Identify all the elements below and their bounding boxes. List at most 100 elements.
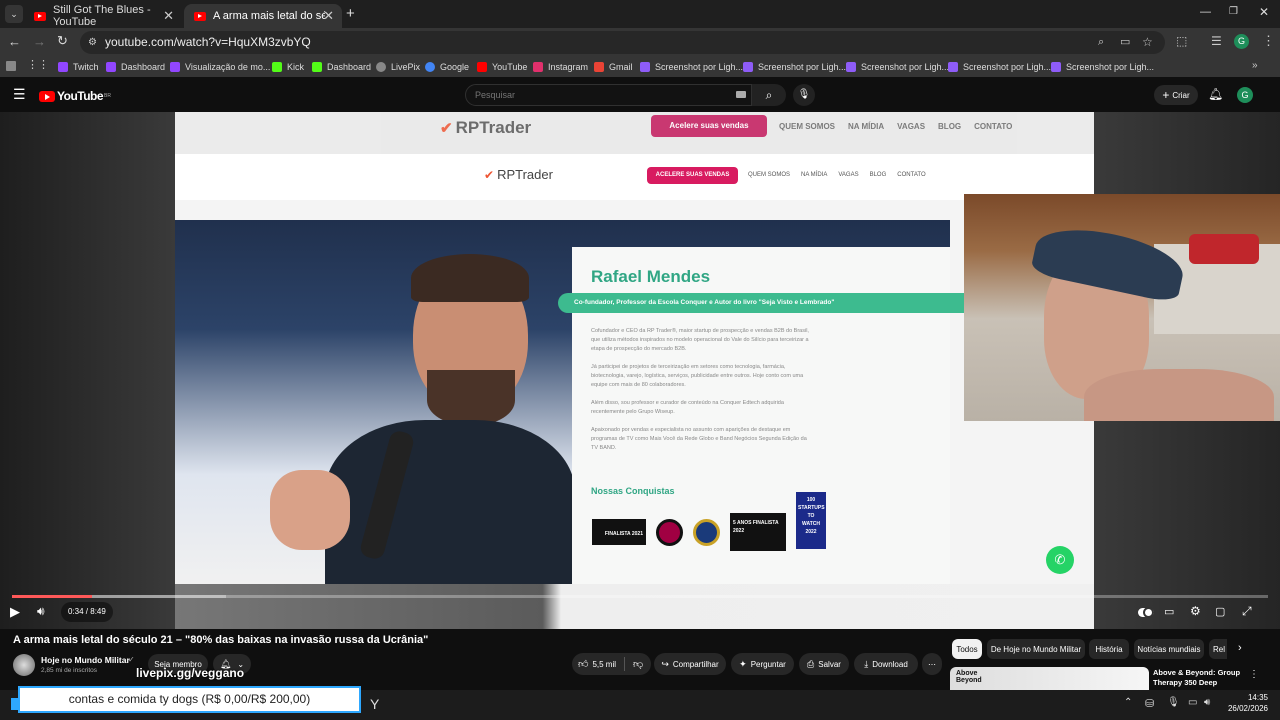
reading-list-icon[interactable]: ☰ [1211, 34, 1222, 48]
bookmark-item[interactable]: Google [425, 60, 469, 74]
bookmark-item[interactable]: Visualização de mo... [170, 60, 270, 74]
channel-avatar[interactable] [13, 654, 35, 676]
youtube-favicon-icon [34, 11, 46, 21]
bookmark-item[interactable]: Screenshot por Ligh... [640, 60, 743, 74]
plus-icon: + [1162, 88, 1170, 102]
address-bar[interactable]: ⚙ youtube.com/watch?v=HquXM3zvbYQ ⌕ ▭ ☆ [80, 31, 1165, 54]
tray-overflow-icon[interactable]: ⌃ [1124, 697, 1132, 708]
chip-world-news[interactable]: Notícias mundiais [1134, 639, 1204, 659]
back-icon[interactable]: ← [8, 34, 21, 49]
voice-search-button[interactable]: 🎙 [793, 84, 815, 106]
microphone-tray-icon[interactable]: 🎙 [1167, 697, 1180, 708]
thumbnail-text: Above Beyond [956, 670, 982, 684]
fullscreen-icon[interactable]: ⤢ [1242, 604, 1252, 619]
new-tab-button[interactable]: + [346, 5, 355, 22]
chip-all[interactable]: Todos [952, 639, 982, 659]
bookmark-item[interactable]: LivePix [376, 60, 420, 74]
download-button[interactable]: ⤓ Download [854, 653, 918, 675]
livepix-tray-icon[interactable]: Y [370, 696, 379, 712]
bookmark-item[interactable]: Gmail [594, 60, 633, 74]
tab-search-button[interactable]: ⌄ [5, 5, 23, 23]
webpage-header-blurred: ✔ RPTrader Acelere suas vendas QUEM SOMOS… [175, 112, 1094, 154]
apps-grid-icon[interactable]: ⋮⋮ [27, 58, 49, 71]
chip-related[interactable]: Rel [1209, 639, 1227, 659]
video-player[interactable]: ✔ RPTrader Acelere suas vendas QUEM SOMOS… [0, 112, 1280, 629]
more-bookmarks-icon[interactable]: » [1252, 60, 1258, 71]
search-input[interactable] [466, 85, 716, 105]
webcam-overlay [964, 194, 1280, 421]
bookmark-icon: ⎙ [807, 658, 815, 669]
maximize-window-icon[interactable]: ❐ [1229, 6, 1238, 17]
minimize-window-icon[interactable]: — [1200, 6, 1211, 18]
more-horizontal-icon: ⋯ [928, 659, 936, 669]
like-button[interactable]: 👍︎ 5,5 mil [578, 658, 616, 670]
webpage-nav: QUEM SOMOS NA MÍDIA VAGAS BLOG CONTATO [748, 172, 926, 178]
webcam-person-shoulder [1084, 369, 1274, 421]
bookmark-item[interactable]: Screenshot por Ligh... [846, 60, 949, 74]
forward-icon[interactable]: → [33, 34, 46, 49]
cta-button-blurred: Acelere suas vendas [651, 115, 767, 137]
search-box[interactable] [465, 84, 752, 106]
youtube-logo[interactable]: YouTube BR [39, 89, 111, 103]
close-tab-icon[interactable]: ✕ [323, 8, 334, 24]
bookmark-item[interactable]: YouTube [477, 60, 527, 74]
autoplay-toggle[interactable] [1138, 607, 1154, 618]
start-icon[interactable] [11, 698, 19, 710]
bookmark-item[interactable]: Dashboard [106, 60, 165, 74]
bookmark-item[interactable]: Screenshot por Ligh... [743, 60, 846, 74]
progress-bar[interactable] [12, 595, 1268, 598]
play-icon[interactable]: ▶ [10, 604, 20, 620]
chips-next-icon[interactable]: › [1238, 642, 1242, 654]
bookmark-item[interactable]: Twitch [58, 60, 99, 74]
cast-icon[interactable]: ▭ [1120, 31, 1130, 54]
extensions-icon[interactable]: ⬚ [1176, 34, 1187, 48]
tray-app-icon[interactable]: ⛁ [1145, 697, 1154, 710]
zoom-icon[interactable]: ⌕ [1098, 31, 1104, 54]
badge-round-1 [656, 519, 683, 546]
theater-mode-icon[interactable]: ▢ [1215, 605, 1225, 618]
site-info-icon[interactable]: ⚙ [88, 31, 97, 54]
sidebar-toggle-icon[interactable] [6, 61, 16, 71]
dislike-button[interactable]: 👎︎ [633, 658, 643, 670]
twitch-icon [106, 62, 116, 72]
notifications-bell-icon[interactable]: 🔔︎ [1208, 87, 1223, 101]
search-button[interactable]: ⌕ [752, 84, 786, 106]
close-tab-icon[interactable]: ✕ [163, 8, 174, 24]
reload-icon[interactable]: ↻ [57, 33, 68, 49]
tab-still-got-the-blues[interactable]: Still Got The Blues - YouTube ✕ [24, 4, 182, 28]
bookmark-item[interactable]: Kick [272, 60, 304, 74]
volume-tray-icon[interactable]: 🔊︎ [1204, 697, 1210, 708]
taskbar-time[interactable]: 14:35 [1232, 693, 1268, 702]
subtitles-icon[interactable]: ▭ [1164, 605, 1174, 618]
keyboard-icon[interactable] [736, 91, 746, 98]
recommendation-more-icon[interactable]: ⋮ [1249, 669, 1259, 680]
profile-avatar[interactable]: G [1234, 34, 1249, 49]
bookmark-item[interactable]: Instagram [533, 60, 588, 74]
channel-name[interactable]: Hoje no Mundo Militar [41, 655, 130, 665]
chip-channel[interactable]: De Hoje no Mundo Militar [987, 639, 1085, 659]
share-button[interactable]: ↪ Compartilhar [654, 653, 726, 675]
bookmark-item[interactable]: Screenshot por Ligh... [948, 60, 1051, 74]
hamburger-menu-icon[interactable]: ☰ [13, 86, 26, 103]
account-avatar[interactable]: G [1237, 87, 1253, 103]
browser-menu-icon[interactable]: ⋮ [1262, 33, 1275, 49]
bookmark-item[interactable]: Screenshot por Ligh... [1051, 60, 1154, 74]
settings-gear-icon[interactable]: ⚙ [1190, 604, 1201, 618]
tab-active-video[interactable]: A arma mais letal do século 21 ✕ [184, 4, 342, 28]
bookmarks-bar: ⋮⋮ Twitch Dashboard Visualização de mo..… [0, 57, 1280, 77]
progress-buffer [12, 595, 226, 598]
ask-button[interactable]: ✦ Perguntar [731, 653, 794, 675]
windows-taskbar: contas e comida ty dogs (R$ 0,00/R$ 200,… [0, 686, 1280, 720]
chip-history[interactable]: História [1089, 639, 1129, 659]
close-window-icon[interactable]: ✕ [1259, 5, 1269, 19]
volume-icon[interactable]: 🔊︎ [37, 604, 45, 619]
more-actions-button[interactable]: ⋯ [922, 653, 942, 675]
whatsapp-icon: ✆ [1046, 546, 1074, 574]
network-tray-icon[interactable]: ▭ [1188, 697, 1197, 708]
create-button[interactable]: + Criar [1154, 85, 1198, 105]
taskbar-date[interactable]: 26/02/2026 [1224, 704, 1268, 713]
badge-100-startups: 100 STARTUPS TO WATCH 2022 [796, 492, 826, 549]
bookmark-star-icon[interactable]: ☆ [1142, 31, 1153, 54]
bookmark-item[interactable]: Dashboard [312, 60, 371, 74]
save-button[interactable]: ⎙ Salvar [799, 653, 849, 675]
